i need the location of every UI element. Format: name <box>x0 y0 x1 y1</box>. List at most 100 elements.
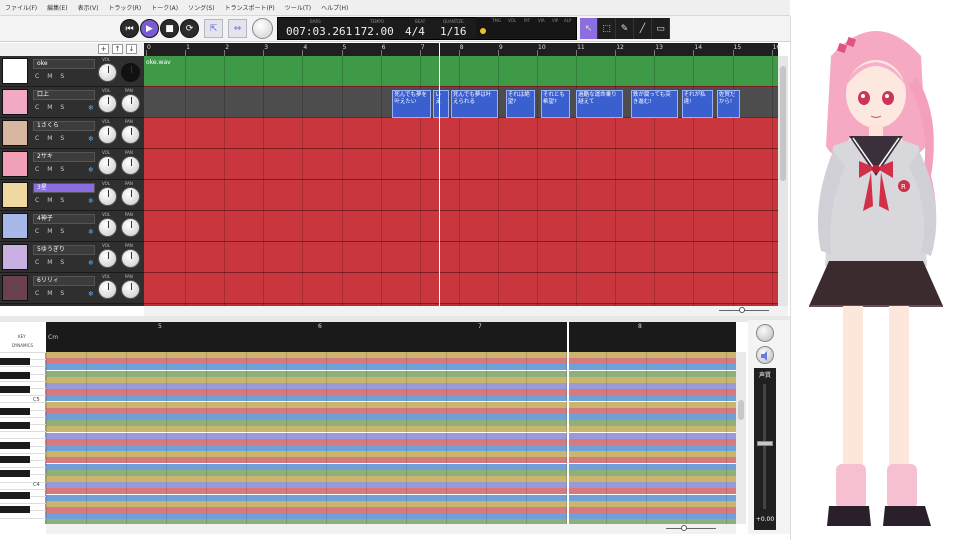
track-lane[interactable] <box>144 118 778 149</box>
black-key[interactable] <box>0 456 30 463</box>
pitch-row[interactable] <box>46 364 736 371</box>
solo-button[interactable]: S <box>60 73 64 80</box>
lyric-note[interactable]: 過酷な運命乗り越えて <box>576 90 623 118</box>
move-track-down-button[interactable]: ↓ <box>126 44 137 54</box>
track-avatar[interactable] <box>2 244 28 270</box>
meter-label[interactable]: PIT <box>524 18 530 23</box>
menu-item[interactable]: 編集(E) <box>42 3 72 12</box>
lyric-note[interactable]: 佐賀だから! <box>716 90 741 118</box>
add-track-button[interactable]: + <box>98 44 109 54</box>
timeline-ruler[interactable]: 0 1 2 3 4 5 6 7 8 9 10 11 12 13 14 15 16 <box>144 43 780 56</box>
pitch-row[interactable] <box>46 352 736 358</box>
speaker-icon[interactable] <box>756 346 774 364</box>
pitch-row[interactable] <box>46 395 736 402</box>
voice-settings-button[interactable] <box>756 324 774 342</box>
track-header[interactable]: oke C M S VOL <box>0 56 144 87</box>
track-header[interactable]: 5ゆうぎり C M S ❄ VOL PAN <box>0 242 144 273</box>
meter-label[interactable]: VOL <box>508 18 516 23</box>
zoom-handle[interactable] <box>739 307 745 313</box>
volume-knob[interactable] <box>98 63 117 82</box>
black-key[interactable] <box>0 408 30 415</box>
voice-settings-icon[interactable]: ❄ <box>88 197 94 205</box>
menu-item[interactable]: ファイル(F) <box>0 3 42 12</box>
mute-button[interactable]: M <box>47 290 52 297</box>
volume-knob[interactable] <box>98 187 117 206</box>
track-c-button[interactable]: C <box>35 166 39 173</box>
track-lane[interactable] <box>144 273 778 304</box>
menu-item[interactable]: トーク(A) <box>146 3 183 12</box>
pitch-row[interactable] <box>46 420 736 427</box>
menu-item[interactable]: トラック(R) <box>103 3 146 12</box>
menu-item[interactable]: ソング(S) <box>183 3 220 12</box>
track-header[interactable]: 口上 C M S ❄ VOL PAN <box>0 87 144 118</box>
voice-settings-icon[interactable]: ❄ <box>88 259 94 267</box>
volume-knob[interactable] <box>98 125 117 144</box>
play-button[interactable]: ▶ <box>140 19 159 38</box>
piano-roll-horizontal-scrollbar[interactable] <box>46 524 736 534</box>
track-name[interactable]: 口上 <box>33 90 95 100</box>
tempo-readout[interactable]: 172.00 <box>354 25 394 38</box>
solo-button[interactable]: S <box>60 104 64 111</box>
meter-label[interactable]: TMG <box>492 18 501 23</box>
piano-roll-ruler[interactable]: Cm 5 6 7 8 <box>46 322 736 352</box>
stop-button[interactable]: ■ <box>160 19 179 38</box>
rewind-button[interactable]: ⏮ <box>120 19 139 38</box>
black-key[interactable] <box>0 470 30 477</box>
roll-zoom-slider[interactable] <box>666 528 716 529</box>
pitch-row[interactable] <box>46 463 736 470</box>
black-key[interactable] <box>0 372 30 379</box>
track-lane[interactable] <box>144 149 778 180</box>
black-key[interactable] <box>0 492 30 499</box>
lyric-note[interactable]: い え <box>433 90 449 118</box>
voice-settings-icon[interactable]: ❄ <box>88 228 94 236</box>
track-header[interactable]: 6リリィ C M S ❄ VOL PAN <box>0 273 144 304</box>
metronome-knob[interactable] <box>252 18 273 39</box>
fader-track[interactable] <box>763 384 766 509</box>
solo-button[interactable]: S <box>60 197 64 204</box>
voice-settings-icon[interactable]: ❄ <box>88 290 94 298</box>
track-avatar[interactable] <box>2 182 28 208</box>
pencil-tool-icon[interactable]: ✎ <box>616 18 634 39</box>
solo-button[interactable]: S <box>60 259 64 266</box>
black-key[interactable] <box>0 506 30 513</box>
pan-knob[interactable] <box>121 249 140 268</box>
mute-button[interactable]: M <box>47 104 52 111</box>
track-name[interactable]: 4神子 <box>33 214 95 224</box>
track-c-button[interactable]: C <box>35 135 39 142</box>
playhead[interactable] <box>439 43 441 306</box>
volume-knob[interactable] <box>98 249 117 268</box>
volume-knob[interactable] <box>98 94 117 113</box>
eraser-tool-icon[interactable]: ▭ <box>652 18 670 39</box>
track-c-button[interactable]: C <box>35 104 39 111</box>
lyric-note[interactable]: 鉄が腐っても突き進む! <box>630 90 678 118</box>
track-name[interactable]: 3星 <box>33 183 95 193</box>
menu-item[interactable]: ヘルプ(H) <box>316 3 353 12</box>
pitch-row[interactable] <box>46 457 736 464</box>
pitch-row[interactable] <box>46 414 736 420</box>
pitch-row[interactable] <box>46 482 736 489</box>
lyric-note[interactable]: それが私達! <box>681 90 713 118</box>
lyric-note[interactable]: それとも希望? <box>540 90 571 118</box>
meter-label[interactable]: VIP <box>552 18 558 23</box>
roll-zoom-handle[interactable] <box>681 525 687 531</box>
pan-knob[interactable] <box>121 218 140 237</box>
scroll-thumb[interactable] <box>738 400 744 420</box>
track-lanes[interactable]: oke.wav 死んでも夢を叶えたいい え死んでも夢は叶えられる それは絶望? それと… <box>144 56 778 306</box>
track-header[interactable]: 4神子 C M S ❄ VOL PAN <box>0 211 144 242</box>
select-tool-icon[interactable]: ↖ <box>580 18 598 39</box>
track-header[interactable]: 1さくら C M S ❄ VOL PAN <box>0 118 144 149</box>
pitch-row[interactable] <box>46 389 736 396</box>
line-tool-icon[interactable]: ╱ <box>634 18 652 39</box>
black-key[interactable] <box>0 386 30 393</box>
pitch-row[interactable] <box>46 376 736 383</box>
pan-knob[interactable] <box>121 280 140 299</box>
track-avatar[interactable] <box>2 213 28 239</box>
pitch-row[interactable] <box>46 401 736 408</box>
pitch-row[interactable] <box>46 513 736 520</box>
track-vertical-scrollbar[interactable] <box>778 56 788 306</box>
range-tool-icon[interactable]: ⬚ <box>598 18 616 39</box>
solo-button[interactable]: S <box>60 135 64 142</box>
snap-button[interactable]: ⇔ <box>228 19 247 38</box>
menu-item[interactable]: トランスポート(P) <box>220 3 280 12</box>
lyric-note[interactable]: それは絶望? <box>505 90 536 118</box>
